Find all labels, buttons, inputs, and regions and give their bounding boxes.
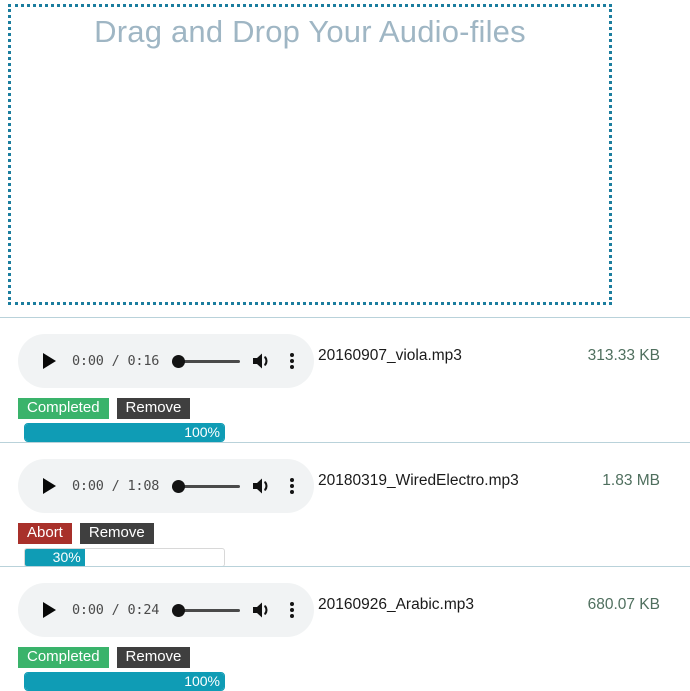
seek-slider[interactable] bbox=[172, 353, 242, 369]
file-size: 1.83 MB bbox=[602, 472, 660, 489]
file-row: 0:00 / 0:24 20160926_Arabic.mp3 680.07 K… bbox=[0, 566, 690, 691]
audio-time-label: 0:00 / 0:24 bbox=[72, 602, 160, 618]
seek-slider[interactable] bbox=[172, 478, 242, 494]
upload-progress-bar: 100% bbox=[24, 672, 225, 691]
dropzone-title: Drag and Drop Your Audio-files bbox=[94, 14, 526, 49]
seek-thumb[interactable] bbox=[172, 480, 186, 493]
remove-button[interactable]: Remove bbox=[79, 523, 154, 544]
audio-player[interactable]: 0:00 / 0:24 bbox=[18, 583, 314, 637]
volume-icon[interactable] bbox=[250, 350, 274, 372]
play-icon[interactable] bbox=[40, 599, 60, 621]
seek-slider[interactable] bbox=[172, 602, 242, 618]
uploaded-file-list: 0:00 / 0:16 20160907_viola.mp3 313.33 KB… bbox=[0, 318, 690, 691]
kebab-menu-icon[interactable] bbox=[284, 600, 300, 620]
upload-progress-fill: 30% bbox=[25, 549, 85, 566]
audio-time-label: 0:00 / 1:08 bbox=[72, 478, 160, 494]
upload-progress-fill: 100% bbox=[25, 424, 224, 441]
file-size: 313.33 KB bbox=[587, 347, 660, 364]
audio-player[interactable]: 0:00 / 0:16 bbox=[18, 334, 314, 388]
kebab-dot bbox=[290, 602, 294, 606]
seek-thumb[interactable] bbox=[172, 604, 186, 617]
volume-icon[interactable] bbox=[250, 475, 274, 497]
file-actions: Completed Remove bbox=[18, 647, 191, 668]
upload-progress-bar: 100% bbox=[24, 423, 225, 442]
seek-thumb[interactable] bbox=[172, 355, 186, 368]
status-badge[interactable]: Completed bbox=[18, 398, 109, 419]
file-size: 680.07 KB bbox=[587, 596, 660, 613]
file-name: 20160907_viola.mp3 bbox=[318, 347, 462, 364]
file-row: 0:00 / 1:08 20180319_WiredElectro.mp3 1.… bbox=[0, 442, 690, 567]
file-name: 20160926_Arabic.mp3 bbox=[318, 596, 474, 613]
kebab-menu-icon[interactable] bbox=[284, 476, 300, 496]
file-actions: Completed Remove bbox=[18, 398, 191, 419]
upload-progress-bar: 30% bbox=[24, 548, 225, 567]
kebab-dot bbox=[290, 478, 294, 482]
file-actions: Abort Remove bbox=[18, 523, 154, 544]
play-icon[interactable] bbox=[40, 475, 60, 497]
kebab-dot bbox=[290, 490, 294, 494]
kebab-menu-icon[interactable] bbox=[284, 351, 300, 371]
kebab-dot bbox=[290, 353, 294, 357]
audio-dropzone[interactable]: Drag and Drop Your Audio-files bbox=[8, 4, 612, 305]
file-row: 0:00 / 0:16 20160907_viola.mp3 313.33 KB… bbox=[0, 318, 690, 442]
play-icon[interactable] bbox=[40, 350, 60, 372]
kebab-dot bbox=[290, 359, 294, 363]
status-badge[interactable]: Abort bbox=[18, 523, 72, 544]
remove-button[interactable]: Remove bbox=[116, 647, 191, 668]
audio-time-label: 0:00 / 0:16 bbox=[72, 353, 160, 369]
kebab-dot bbox=[290, 608, 294, 612]
upload-progress-fill: 100% bbox=[25, 673, 224, 690]
status-badge[interactable]: Completed bbox=[18, 647, 109, 668]
volume-icon[interactable] bbox=[250, 599, 274, 621]
kebab-dot bbox=[290, 365, 294, 369]
kebab-dot bbox=[290, 484, 294, 488]
kebab-dot bbox=[290, 614, 294, 618]
file-name: 20180319_WiredElectro.mp3 bbox=[318, 472, 519, 489]
remove-button[interactable]: Remove bbox=[116, 398, 191, 419]
audio-player[interactable]: 0:00 / 1:08 bbox=[18, 459, 314, 513]
